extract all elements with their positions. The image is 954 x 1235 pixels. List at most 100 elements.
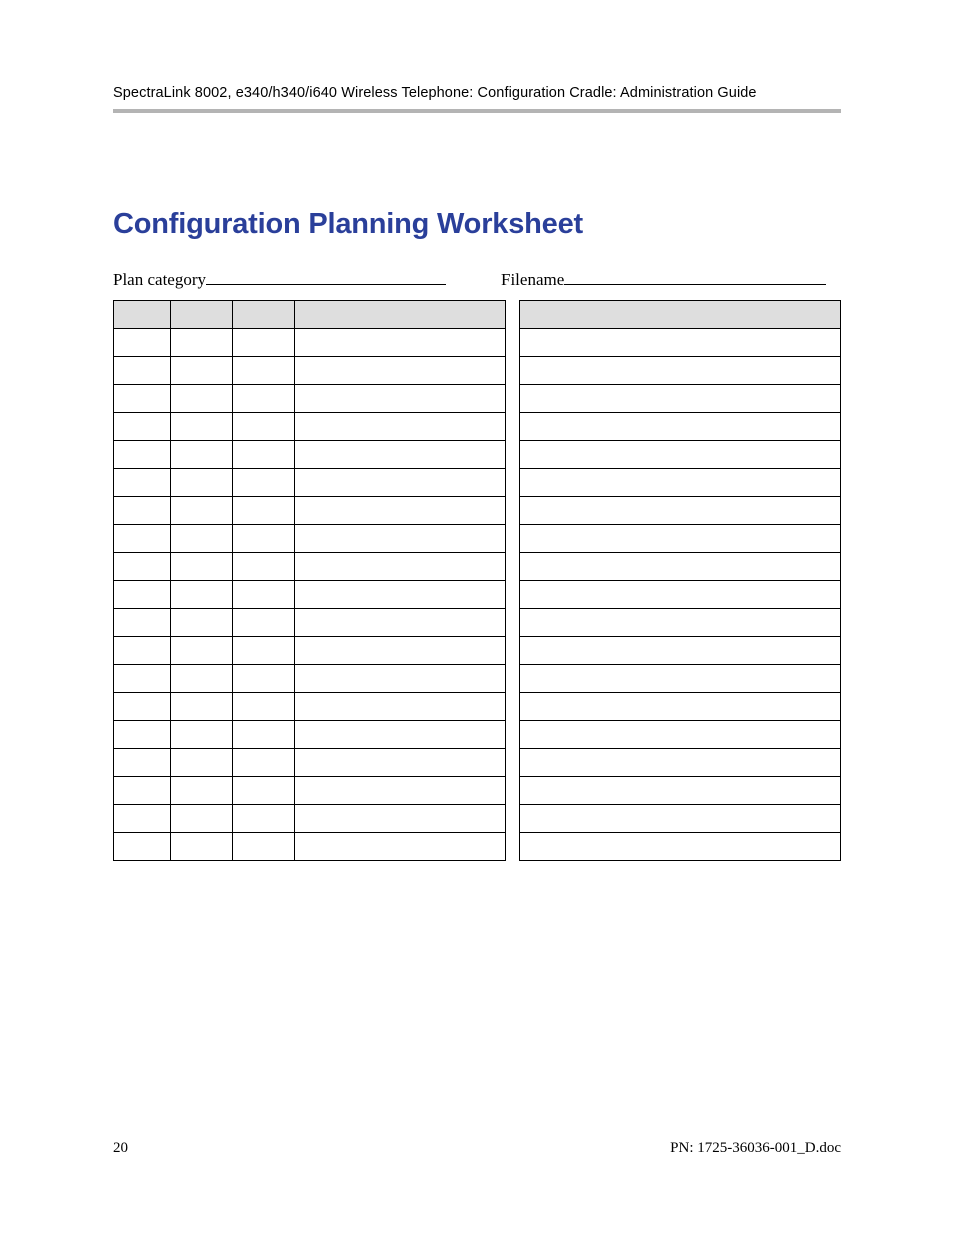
table-cell[interactable] <box>114 469 171 497</box>
table-cell[interactable] <box>170 665 232 693</box>
table-cell[interactable] <box>520 721 841 749</box>
table-cell[interactable] <box>170 441 232 469</box>
table-cell[interactable] <box>114 441 171 469</box>
table-cell[interactable] <box>294 553 506 581</box>
table-cell[interactable] <box>114 413 171 441</box>
table-cell[interactable] <box>114 637 171 665</box>
section-title: Configuration Planning Worksheet <box>113 208 841 241</box>
table-cell[interactable] <box>520 385 841 413</box>
table-cell[interactable] <box>170 357 232 385</box>
table-cell[interactable] <box>520 553 841 581</box>
table-cell[interactable] <box>520 525 841 553</box>
table-cell[interactable] <box>520 413 841 441</box>
table-cell[interactable] <box>232 553 294 581</box>
table-cell[interactable] <box>520 833 841 861</box>
table-cell[interactable] <box>294 497 506 525</box>
table-cell[interactable] <box>294 581 506 609</box>
table-cell[interactable] <box>232 581 294 609</box>
table-cell[interactable] <box>170 777 232 805</box>
table-cell[interactable] <box>170 833 232 861</box>
worksheet-table <box>113 300 841 861</box>
table-cell[interactable] <box>232 749 294 777</box>
table-cell[interactable] <box>520 357 841 385</box>
plan-category-blank[interactable] <box>206 269 446 285</box>
table-cell[interactable] <box>114 665 171 693</box>
table-cell[interactable] <box>114 777 171 805</box>
table-cell[interactable] <box>114 385 171 413</box>
table-cell[interactable] <box>520 329 841 357</box>
table-cell[interactable] <box>294 665 506 693</box>
table-cell[interactable] <box>170 637 232 665</box>
table-cell[interactable] <box>232 805 294 833</box>
table-cell[interactable] <box>520 469 841 497</box>
table-cell[interactable] <box>114 357 171 385</box>
table-cell[interactable] <box>520 693 841 721</box>
table-cell[interactable] <box>170 749 232 777</box>
table-cell[interactable] <box>114 805 171 833</box>
table-cell[interactable] <box>232 609 294 637</box>
table-cell[interactable] <box>294 357 506 385</box>
table-cell[interactable] <box>114 553 171 581</box>
table-cell[interactable] <box>294 413 506 441</box>
table-cell[interactable] <box>294 469 506 497</box>
table-cell[interactable] <box>294 749 506 777</box>
table-cell[interactable] <box>294 385 506 413</box>
table-cell[interactable] <box>170 721 232 749</box>
table-cell[interactable] <box>170 553 232 581</box>
table-cell[interactable] <box>170 581 232 609</box>
table-cell[interactable] <box>114 525 171 553</box>
table-cell[interactable] <box>170 525 232 553</box>
table-cell[interactable] <box>294 637 506 665</box>
table-row <box>114 609 841 637</box>
table-cell[interactable] <box>232 357 294 385</box>
table-cell[interactable] <box>294 721 506 749</box>
table-cell[interactable] <box>520 609 841 637</box>
table-cell[interactable] <box>520 749 841 777</box>
table-cell[interactable] <box>294 525 506 553</box>
table-cell[interactable] <box>114 833 171 861</box>
table-cell[interactable] <box>114 329 171 357</box>
table-cell[interactable] <box>294 441 506 469</box>
table-cell[interactable] <box>520 665 841 693</box>
table-cell[interactable] <box>294 833 506 861</box>
table-cell[interactable] <box>232 637 294 665</box>
table-cell[interactable] <box>232 385 294 413</box>
table-cell[interactable] <box>232 693 294 721</box>
table-cell[interactable] <box>520 637 841 665</box>
table-cell[interactable] <box>114 749 171 777</box>
table-cell[interactable] <box>232 413 294 441</box>
table-cell[interactable] <box>294 693 506 721</box>
table-cell[interactable] <box>170 693 232 721</box>
table-cell[interactable] <box>520 777 841 805</box>
table-cell[interactable] <box>170 329 232 357</box>
table-cell[interactable] <box>520 805 841 833</box>
table-cell[interactable] <box>294 329 506 357</box>
table-cell[interactable] <box>520 497 841 525</box>
table-cell[interactable] <box>114 721 171 749</box>
table-cell[interactable] <box>170 469 232 497</box>
table-cell[interactable] <box>232 441 294 469</box>
table-cell[interactable] <box>170 413 232 441</box>
table-cell[interactable] <box>232 469 294 497</box>
table-cell[interactable] <box>114 581 171 609</box>
table-cell[interactable] <box>520 581 841 609</box>
table-cell[interactable] <box>294 805 506 833</box>
table-cell[interactable] <box>520 441 841 469</box>
table-cell[interactable] <box>232 721 294 749</box>
table-cell[interactable] <box>170 497 232 525</box>
table-cell[interactable] <box>232 497 294 525</box>
table-cell[interactable] <box>294 609 506 637</box>
table-cell[interactable] <box>232 833 294 861</box>
table-cell[interactable] <box>170 609 232 637</box>
table-cell[interactable] <box>114 609 171 637</box>
table-cell[interactable] <box>114 693 171 721</box>
table-cell[interactable] <box>170 805 232 833</box>
table-cell[interactable] <box>114 497 171 525</box>
table-cell[interactable] <box>232 525 294 553</box>
filename-blank[interactable] <box>564 269 826 285</box>
table-cell[interactable] <box>232 665 294 693</box>
table-cell[interactable] <box>170 385 232 413</box>
table-cell[interactable] <box>232 777 294 805</box>
table-cell[interactable] <box>232 329 294 357</box>
table-cell[interactable] <box>294 777 506 805</box>
